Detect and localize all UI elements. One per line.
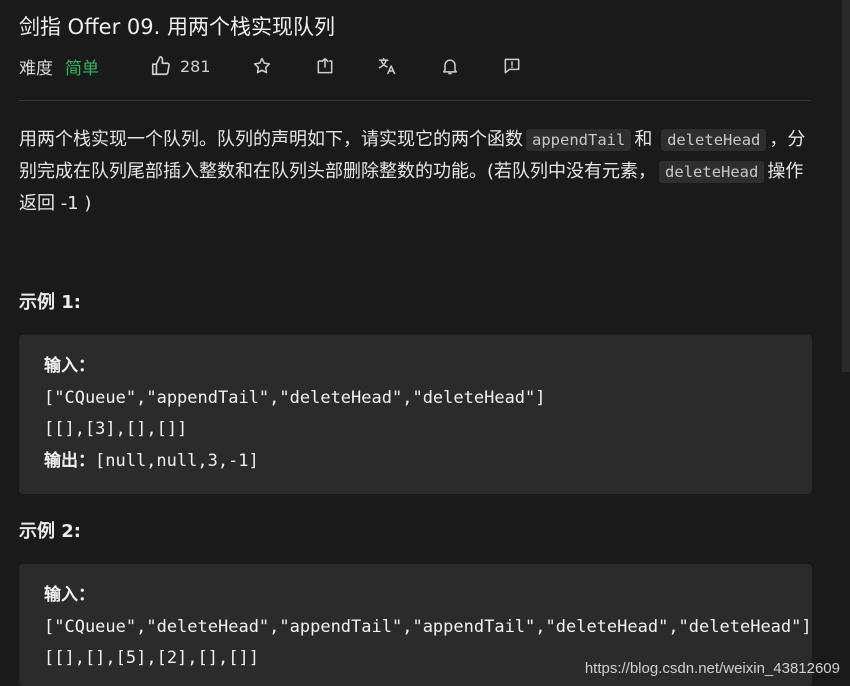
difficulty-row: 难度 简单 <box>19 53 99 79</box>
bell-icon <box>443 59 457 75</box>
inline-code-deletehead: deleteHead <box>661 129 767 151</box>
output-label: 输出： <box>44 450 95 471</box>
share-icon <box>317 57 333 74</box>
description-text: 用两个栈实现一个队列。队列的声明如下，请实现它的两个函数 <box>19 129 523 150</box>
difficulty-label: 难度 <box>19 58 53 79</box>
input-label: 输入： <box>44 585 95 605</box>
example-2-methods: ["CQueue","deleteHead","appendTail","app… <box>44 616 812 637</box>
inline-code-deletehead: deleteHead <box>659 161 765 183</box>
translate-button[interactable] <box>374 53 400 79</box>
difficulty-badge: 简单 <box>65 58 99 79</box>
example-1-args: [[],[3],[],[]] <box>44 419 188 439</box>
example-2-title: 示例 2: <box>19 521 81 542</box>
like-button[interactable]: 281 <box>150 53 211 79</box>
translate-icon <box>378 57 396 75</box>
inline-code-appendtail: appendTail <box>526 129 632 151</box>
example-2-args: [[],[],[5],[2],[],[]] <box>44 648 259 668</box>
problem-description: 用两个栈实现一个队列。队列的声明如下，请实现它的两个函数 appendTail 和 … <box>19 124 809 219</box>
input-label: 输入： <box>44 356 95 376</box>
header-divider <box>19 100 811 101</box>
share-button[interactable] <box>312 53 338 79</box>
star-icon <box>253 57 271 74</box>
feedback-icon <box>504 58 520 74</box>
feedback-button[interactable] <box>499 53 525 79</box>
watermark: https://blog.csdn.net/weixin_43812609 <box>584 660 840 677</box>
example-1-title: 示例 1: <box>19 292 81 313</box>
notification-button[interactable] <box>437 53 463 79</box>
like-count: 281 <box>180 56 211 76</box>
favorite-button[interactable] <box>249 53 275 79</box>
scrollbar[interactable] <box>842 0 850 372</box>
example-1-code-block: 输入： ["CQueue","appendTail","deleteHead",… <box>19 335 812 494</box>
example-1-output: [null,null,3,-1] <box>95 450 259 471</box>
problem-title: 剑指 Offer 09. 用两个栈实现队列 <box>19 15 335 39</box>
thumbs-up-icon <box>151 56 170 76</box>
example-1-methods: ["CQueue","appendTail","deleteHead","del… <box>44 387 546 408</box>
description-text: 和 <box>634 129 653 150</box>
